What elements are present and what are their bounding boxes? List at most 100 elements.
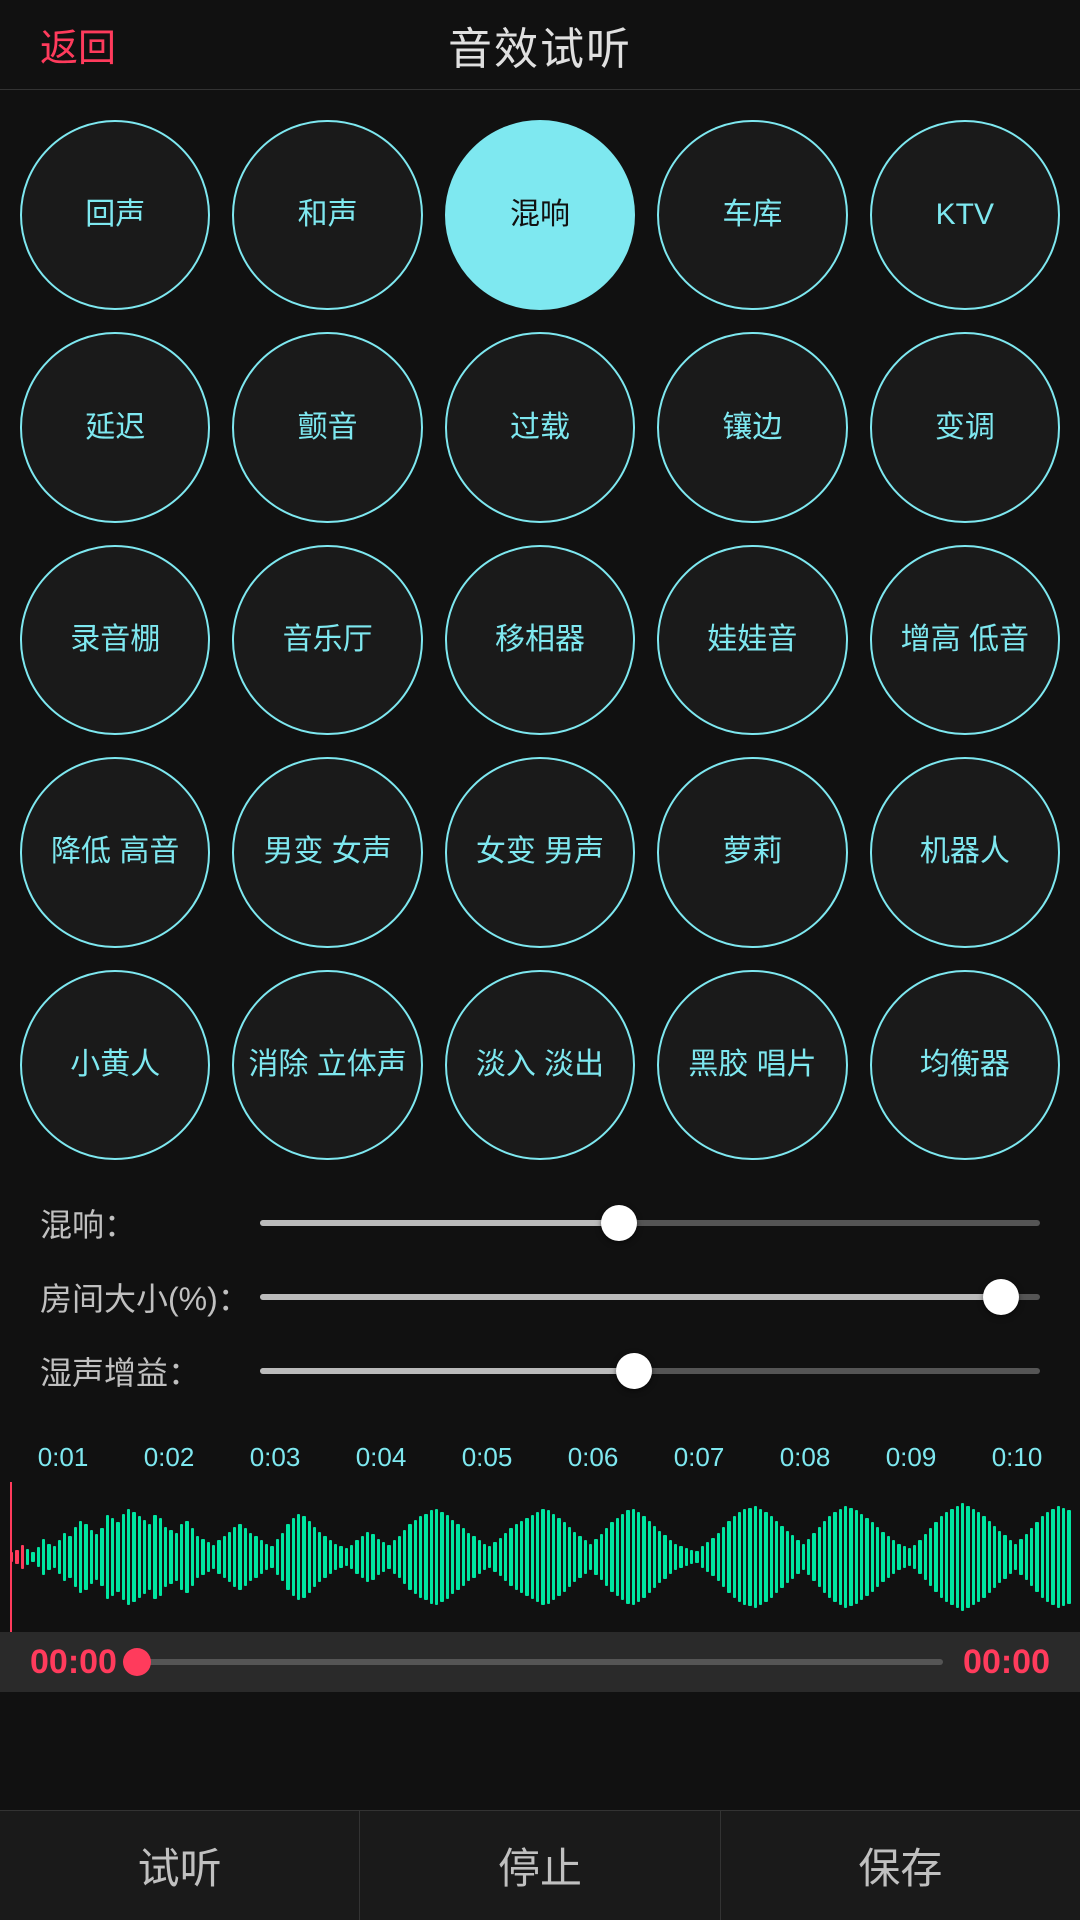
effect-btn-vinyl[interactable]: 黑胶 唱片 [657, 970, 847, 1160]
waveform-bar [695, 1551, 698, 1563]
waveform-display[interactable] [0, 1482, 1080, 1632]
waveform-bar [568, 1527, 571, 1587]
waveform-bar [557, 1518, 560, 1596]
waveform-bar [366, 1532, 369, 1582]
save-button[interactable]: 保存 [721, 1811, 1080, 1920]
waveform-bar [855, 1510, 858, 1604]
effect-btn-phaser[interactable]: 移相器 [445, 545, 635, 735]
effect-btn-delay[interactable]: 延迟 [20, 332, 210, 522]
slider-track-2[interactable] [260, 1368, 1040, 1374]
effect-btn-baby[interactable]: 娃娃音 [657, 545, 847, 735]
sliders-section: 混响：房间大小(%)：湿声增益： [0, 1170, 1080, 1432]
waveform-bar [897, 1544, 900, 1570]
waveform-bar [393, 1540, 396, 1574]
waveform-bar [1003, 1535, 1006, 1578]
progress-bar[interactable] [137, 1659, 943, 1665]
effect-btn-ktv[interactable]: KTV [870, 120, 1060, 310]
waveform-bar [191, 1528, 194, 1586]
effect-btn-pitch[interactable]: 变调 [870, 332, 1060, 522]
waveform-bar [292, 1518, 295, 1596]
effect-btn-harmony[interactable]: 和声 [232, 120, 422, 310]
waveform-bar [531, 1515, 534, 1599]
waveform-bar [111, 1518, 114, 1596]
effects-grid: 回声和声混响车库KTV 延迟颤音过载镶边变调录音棚音乐厅移相器娃娃音增高 低音降低… [0, 90, 1080, 1170]
effect-btn-male-female[interactable]: 男变 女声 [232, 757, 422, 947]
waveform-bar [738, 1512, 741, 1602]
waveform-bar [1057, 1506, 1060, 1608]
waveform-bar [430, 1510, 433, 1604]
waveform-bar [132, 1512, 135, 1602]
waveform-bar [382, 1542, 385, 1572]
waveform-bar [844, 1506, 847, 1608]
waveform-bar [956, 1506, 959, 1608]
slider-thumb-1[interactable] [983, 1279, 1019, 1315]
slider-thumb-0[interactable] [601, 1205, 637, 1241]
waveform-bar [674, 1544, 677, 1570]
time-marker-7: 0:08 [752, 1442, 858, 1473]
waveform-bar [164, 1527, 167, 1587]
effect-btn-echo[interactable]: 回声 [20, 120, 210, 310]
waveform-bar [435, 1509, 438, 1605]
waveform-bar [945, 1512, 948, 1602]
waveform-bar [648, 1521, 651, 1593]
effect-btn-equalizer[interactable]: 均衡器 [870, 970, 1060, 1160]
waveform-bar [892, 1540, 895, 1574]
waveform-bar [345, 1548, 348, 1566]
effect-btn-fade[interactable]: 淡入 淡出 [445, 970, 635, 1160]
effect-btn-garage[interactable]: 车库 [657, 120, 847, 310]
waveform-bar [499, 1538, 502, 1576]
progress-thumb[interactable] [123, 1648, 151, 1676]
effect-btn-tremolo[interactable]: 颤音 [232, 332, 422, 522]
effect-btn-loli[interactable]: 萝莉 [657, 757, 847, 947]
waveform-bar [998, 1531, 1001, 1584]
waveform-bar [212, 1545, 215, 1569]
slider-track-0[interactable] [260, 1220, 1040, 1226]
effect-btn-bass-cut[interactable]: 降低 高音 [20, 757, 210, 947]
waveform-bar [701, 1546, 704, 1568]
waveform-bar [323, 1536, 326, 1578]
preview-button[interactable]: 试听 [0, 1811, 360, 1920]
waveform-bar [196, 1536, 199, 1578]
slider-label-2: 湿声增益： [40, 1348, 260, 1394]
back-button[interactable]: 返回 [40, 17, 116, 72]
effect-btn-minion[interactable]: 小黄人 [20, 970, 210, 1160]
waveform-bar [849, 1508, 852, 1606]
waveform-bar [233, 1527, 236, 1587]
waveform-bar [578, 1536, 581, 1578]
effect-btn-reverb[interactable]: 混响 [445, 120, 635, 310]
stop-button[interactable]: 停止 [360, 1811, 720, 1920]
waveform-bar [711, 1538, 714, 1576]
waveform-bar [679, 1546, 682, 1568]
waveform-bar [940, 1516, 943, 1598]
waveform-bar [626, 1510, 629, 1604]
effect-btn-overload[interactable]: 过载 [445, 332, 635, 522]
waveform-bar [839, 1509, 842, 1605]
effect-btn-concert[interactable]: 音乐厅 [232, 545, 422, 735]
waveform-bar [903, 1546, 906, 1568]
waveform-bar [79, 1521, 82, 1593]
waveform-bar [812, 1533, 815, 1581]
waveform-bar [122, 1514, 125, 1600]
header: 返回 音效试听 [0, 0, 1080, 90]
effect-btn-female-male[interactable]: 女变 男声 [445, 757, 635, 947]
waveform-bar [143, 1520, 146, 1594]
waveform-bar [116, 1522, 119, 1592]
waveform-bar [1041, 1516, 1044, 1598]
waveform-bar [329, 1540, 332, 1574]
time-marker-5: 0:06 [540, 1442, 646, 1473]
waveform-bar [754, 1506, 757, 1608]
waveform-bar [148, 1524, 151, 1590]
waveform-bar [339, 1546, 342, 1568]
slider-thumb-2[interactable] [616, 1353, 652, 1389]
slider-track-1[interactable] [260, 1294, 1040, 1300]
effect-btn-studio[interactable]: 录音棚 [20, 545, 210, 735]
effect-btn-bass-boost[interactable]: 增高 低音 [870, 545, 1060, 735]
effect-btn-stereo-cancel[interactable]: 消除 立体声 [232, 970, 422, 1160]
waveform-bar [408, 1524, 411, 1590]
effect-btn-flange[interactable]: 镶边 [657, 332, 847, 522]
effect-btn-robot[interactable]: 机器人 [870, 757, 1060, 947]
waveform-bar [398, 1536, 401, 1578]
current-time: 00:00 [30, 1643, 117, 1682]
waveform-bar [37, 1547, 40, 1566]
waveform-bar [68, 1536, 71, 1578]
